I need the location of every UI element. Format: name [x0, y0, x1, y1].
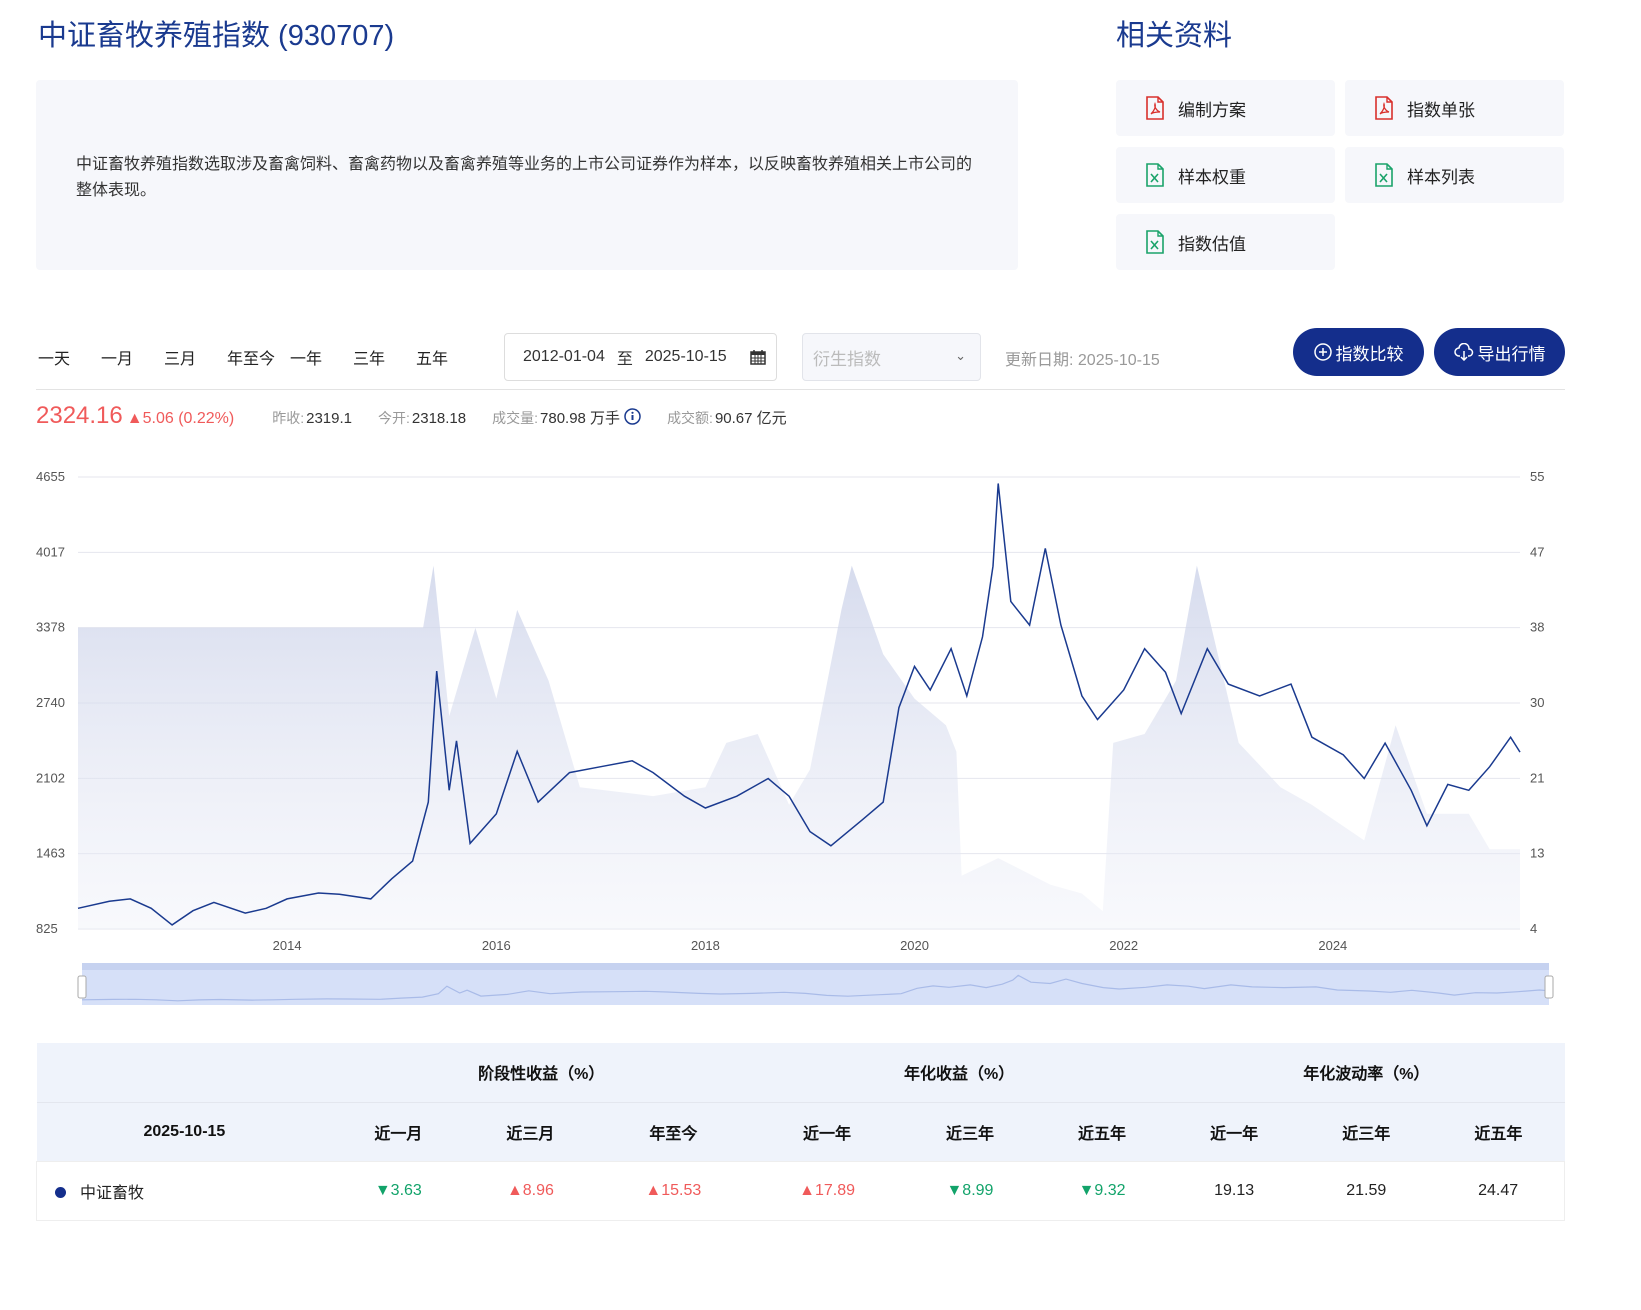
- right-tick-label: 47: [1530, 544, 1544, 559]
- left-tick-label: 1463: [36, 846, 65, 861]
- x-tick-label: 2016: [482, 938, 511, 953]
- right-tick-label: 21: [1530, 770, 1544, 785]
- value-cell: ▼3.63: [374, 1181, 422, 1199]
- column-header: 近五年: [1432, 1102, 1565, 1161]
- navigator-right-handle[interactable]: [1544, 975, 1554, 999]
- x-tick-label: 2020: [900, 938, 929, 953]
- value-cell: ▼8.99: [946, 1181, 994, 1199]
- row-name: 中证畜牧: [80, 1184, 145, 1202]
- left-tick-label: 4655: [36, 469, 65, 484]
- group-annual-return: 年化收益（%）: [750, 1043, 1169, 1102]
- table-date: 2025-10-15: [36, 1102, 333, 1161]
- right-tick-label: 38: [1530, 620, 1544, 635]
- right-tick-label: 13: [1530, 846, 1544, 861]
- performance-table: 阶段性收益（%） 年化收益（%） 年化波动率（%） 2025-10-15 近一月…: [36, 1043, 1565, 1221]
- value-cell: ▲17.89: [799, 1181, 855, 1199]
- row-name-cell: 中证畜牧: [37, 1161, 333, 1220]
- group-period-return: 阶段性收益（%）: [332, 1043, 751, 1102]
- column-header: 近五年: [1036, 1102, 1169, 1161]
- value-cell: 24.47: [1478, 1181, 1519, 1199]
- x-tick-label: 2014: [273, 938, 302, 953]
- left-tick-label: 3378: [36, 620, 65, 635]
- left-tick-label: 2102: [36, 770, 65, 785]
- navigator-handle-bar: [82, 963, 1549, 970]
- x-tick-label: 2024: [1318, 938, 1347, 953]
- column-header: 近一年: [750, 1102, 904, 1161]
- left-tick-label: 2740: [36, 695, 65, 710]
- column-header: 年至今: [596, 1102, 751, 1161]
- group-annual-vol: 年化波动率（%）: [1168, 1043, 1565, 1102]
- value-cell: ▲15.53: [645, 1181, 702, 1199]
- right-tick-label: 55: [1530, 469, 1544, 484]
- value-cell: ▼9.32: [1078, 1181, 1126, 1199]
- value-cell: 21.59: [1346, 1181, 1387, 1199]
- value-cell: ▲8.96: [506, 1181, 554, 1199]
- column-header: 近三月: [464, 1102, 597, 1161]
- column-header: 近三年: [1300, 1102, 1433, 1161]
- right-tick-label: 30: [1530, 695, 1544, 710]
- navigator-left-handle[interactable]: [77, 975, 87, 999]
- index-chart[interactable]: 4655 55 4017 47 3378 38 2740 30 2102 21 1463 13 825 4…: [0, 0, 1641, 1020]
- column-header: 近一年: [1168, 1102, 1301, 1161]
- x-tick-label: 2018: [691, 938, 720, 953]
- left-tick-label: 4017: [36, 544, 65, 559]
- table-column-header: 2025-10-15 近一月 近三月 年至今 近一年 近三年 近五年 近一年 近三年 近五年: [36, 1102, 1565, 1161]
- value-cell: 19.13: [1214, 1181, 1255, 1199]
- x-tick-label: 2022: [1109, 938, 1138, 953]
- column-header: 近一月: [332, 1102, 465, 1161]
- volatility-area: [78, 565, 1520, 929]
- right-tick-label: 4: [1530, 921, 1537, 936]
- table-group-header: 阶段性收益（%） 年化收益（%） 年化波动率（%）: [36, 1043, 1565, 1102]
- table-row: 中证畜牧 ▼3.63 ▲8.96 ▲15.53 ▲17.89 ▼8.99 ▼9.32 19.…: [36, 1161, 1565, 1220]
- series-dot-icon: [55, 1186, 66, 1198]
- column-header: 近三年: [903, 1102, 1037, 1161]
- left-tick-label: 825: [36, 921, 58, 936]
